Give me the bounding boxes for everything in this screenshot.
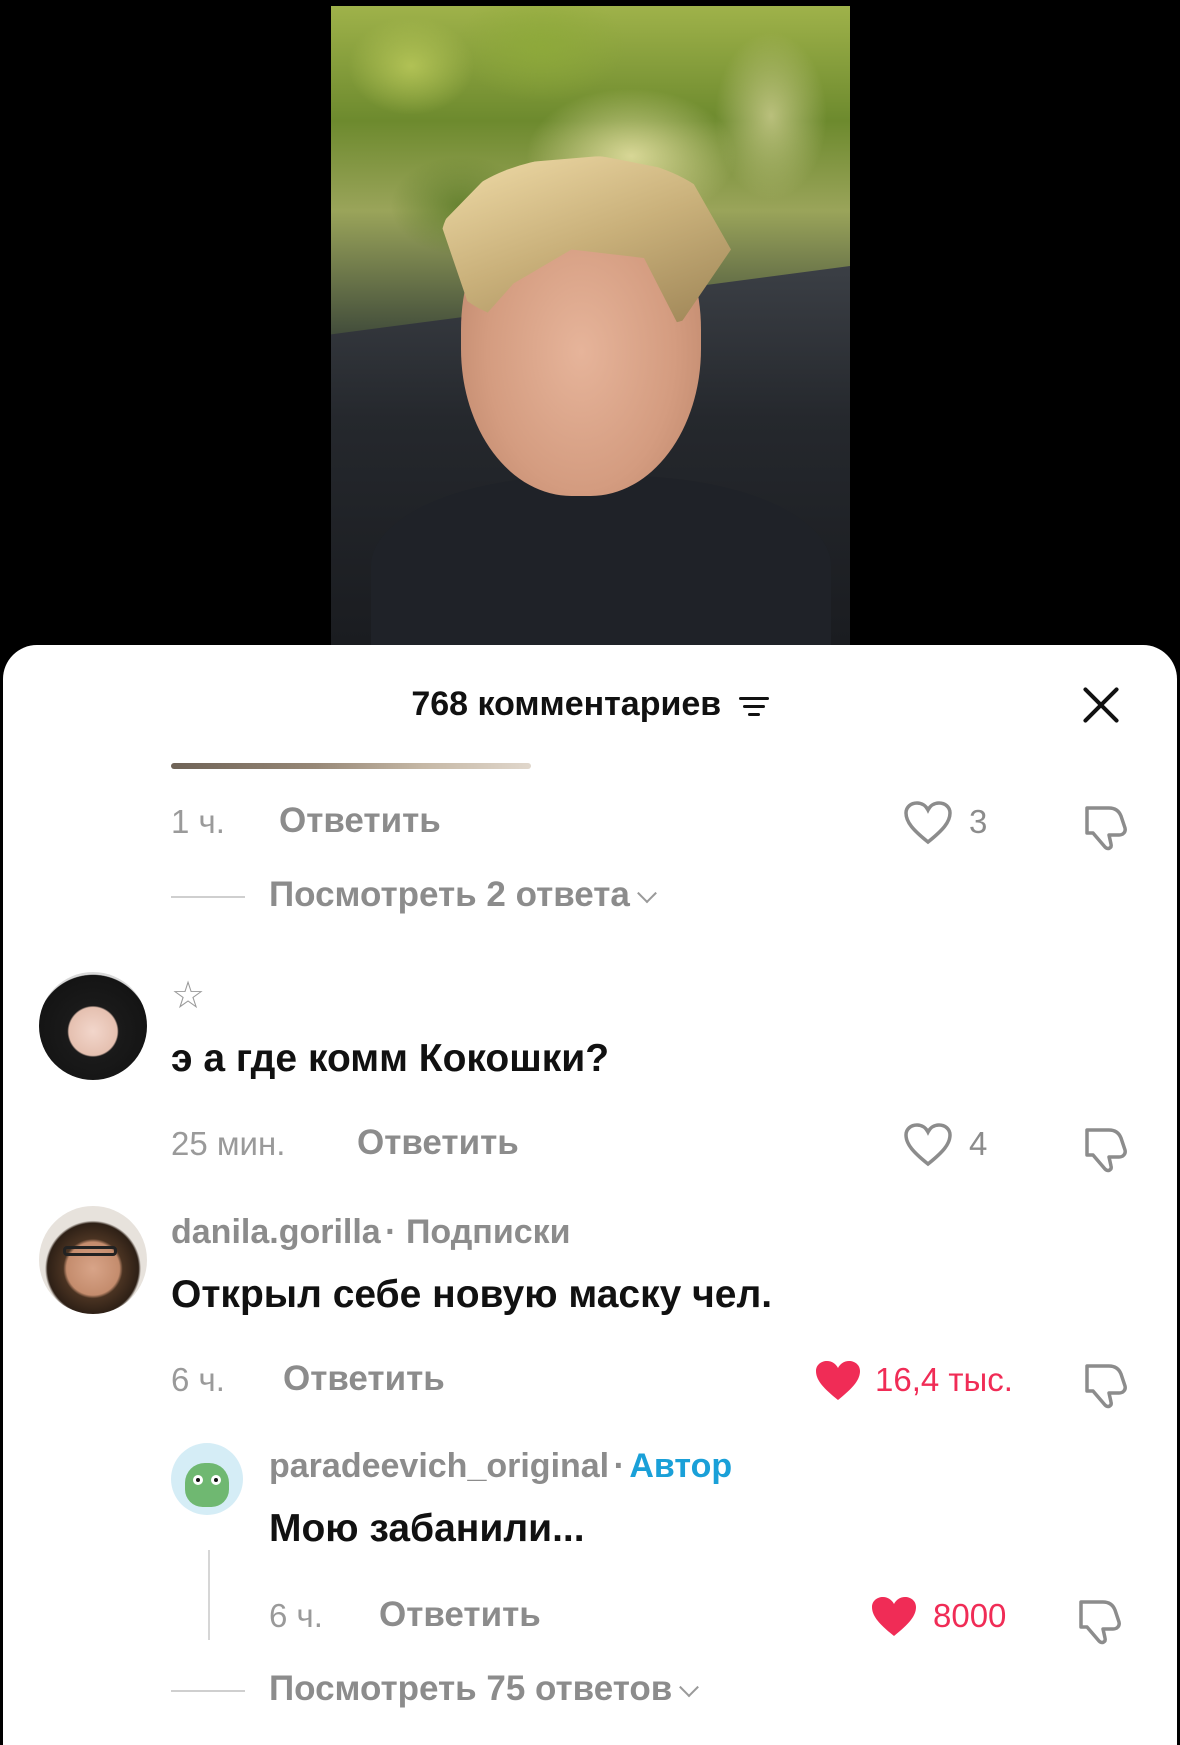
heart-icon[interactable] <box>903 1122 953 1173</box>
chevron-down-icon <box>636 883 657 904</box>
star-icon: ☆ <box>171 975 206 1017</box>
comment-time: 6 ч. <box>171 1361 225 1398</box>
avatar[interactable] <box>39 1206 147 1314</box>
view-replies-divider <box>171 1690 245 1692</box>
view-replies-divider <box>171 896 245 898</box>
reply-author-line: paradeevich_original · Автор <box>269 1447 732 1486</box>
comment-username[interactable]: danila.gorilla <box>171 1213 381 1251</box>
like-count: 3 <box>969 803 988 840</box>
view-replies-button[interactable]: Посмотреть 2 ответа <box>269 875 657 915</box>
like-count: 16,4 тыс. <box>875 1361 1013 1398</box>
chevron-down-icon <box>679 1677 700 1698</box>
heart-icon[interactable] <box>869 1594 919 1645</box>
video-frame[interactable] <box>331 6 850 646</box>
avatar[interactable] <box>39 972 147 1080</box>
comment-time: 25 мин. <box>171 1125 286 1162</box>
reply-username[interactable]: paradeevich_original <box>269 1447 609 1485</box>
like-count: 8000 <box>933 1597 1007 1634</box>
view-replies-button[interactable]: Посмотреть 75 ответов <box>269 1669 700 1709</box>
dislike-icon[interactable] <box>1079 1122 1131 1179</box>
reply-thread-line <box>208 1550 210 1640</box>
reply-button[interactable]: Ответить <box>283 1359 445 1399</box>
video-person-shirt <box>371 476 831 646</box>
reply-text: Мою забанили... <box>269 1507 585 1550</box>
heart-icon[interactable] <box>813 1358 863 1409</box>
comments-sheet: 768 комментариев 1 ч. Ответить 3 Посмотр… <box>3 645 1177 1745</box>
dislike-icon[interactable] <box>1079 800 1131 857</box>
comment-media-preview[interactable] <box>171 763 531 769</box>
avatar-glasses <box>63 1246 117 1256</box>
comment-text: Открыл себе новую маску чел. <box>171 1273 773 1316</box>
like-count: 4 <box>969 1125 988 1162</box>
comment-author-line: danila.gorilla · Подписки <box>171 1213 571 1252</box>
reply-button[interactable]: Ответить <box>357 1123 519 1163</box>
view-replies-label: Посмотреть 2 ответа <box>269 875 630 914</box>
dislike-icon[interactable] <box>1079 1358 1131 1415</box>
reply-button[interactable]: Ответить <box>279 801 441 841</box>
reply-time: 6 ч. <box>269 1597 323 1634</box>
frog-avatar-image <box>185 1463 229 1507</box>
reply-button[interactable]: Ответить <box>379 1595 541 1635</box>
author-badge: Автор <box>629 1447 733 1485</box>
following-tag: · Подписки <box>385 1213 571 1251</box>
comment-time: 1 ч. <box>171 803 225 840</box>
close-icon[interactable] <box>1079 683 1123 727</box>
comments-header: 768 комментариев <box>3 685 1177 724</box>
comments-count-title: 768 комментариев <box>411 685 722 723</box>
avatar[interactable] <box>171 1443 243 1515</box>
dislike-icon[interactable] <box>1073 1594 1125 1651</box>
view-replies-label: Посмотреть 75 ответов <box>269 1669 673 1708</box>
heart-icon[interactable] <box>903 800 953 851</box>
filter-icon[interactable] <box>738 694 769 718</box>
author-separator: · <box>613 1447 625 1485</box>
comment-text: э а где комм Кокошки? <box>171 1037 610 1080</box>
